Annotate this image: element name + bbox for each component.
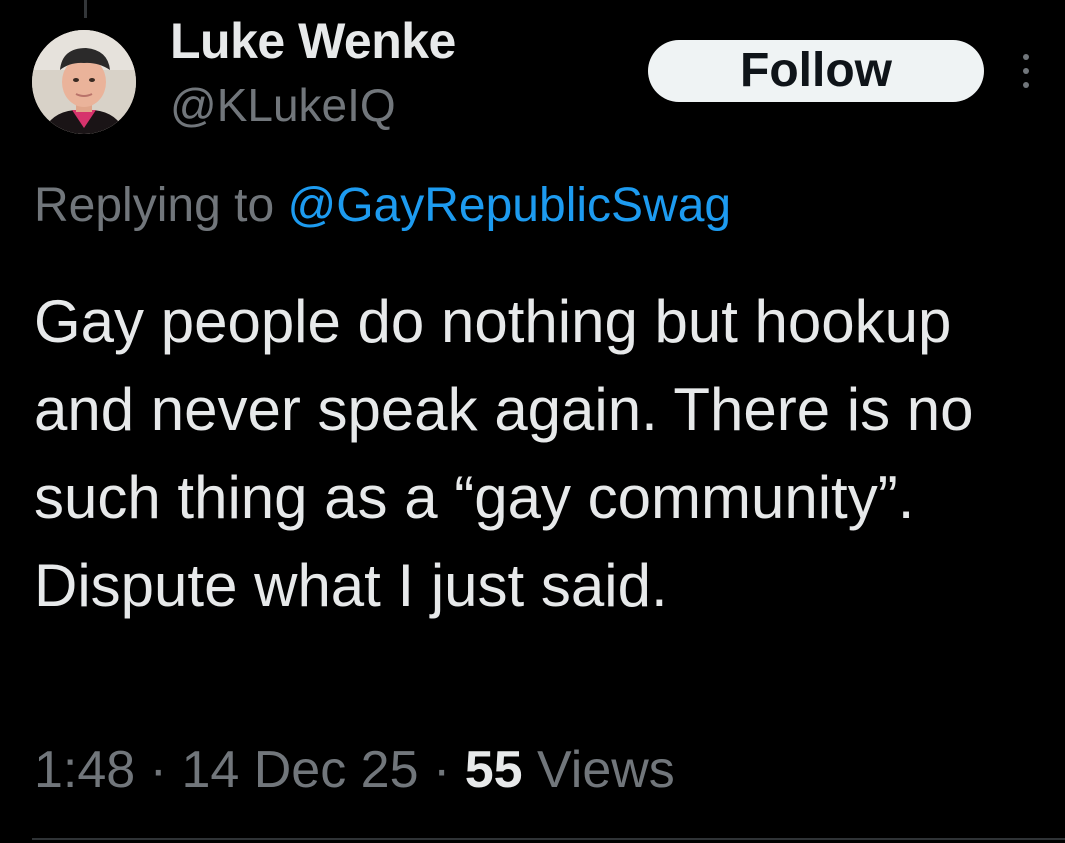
meta-separator: · (149, 741, 167, 799)
avatar-photo (32, 30, 136, 134)
thread-connector-line (84, 0, 87, 18)
views-count[interactable]: 55 (465, 741, 523, 799)
replying-to-mention-link[interactable]: @GayRepublicSwag (287, 179, 731, 232)
replying-to: Replying to @GayRepublicSwag (34, 178, 731, 233)
avatar[interactable] (32, 30, 136, 134)
tweet-meta: 1:48 · 14 Dec 25 · 55 Views (34, 740, 675, 800)
author-handle[interactable]: @KLukeIQ (170, 78, 396, 132)
meta-separator: · (432, 741, 451, 799)
divider (32, 838, 1065, 840)
views-label: Views (537, 741, 675, 799)
tweet-time[interactable]: 1:48 (34, 741, 135, 799)
tweet-text: Gay people do nothing but hookup and nev… (34, 288, 974, 619)
replying-to-prefix: Replying to (34, 179, 288, 232)
follow-button[interactable]: Follow (648, 40, 984, 102)
author-display-name[interactable]: Luke Wenke (170, 12, 456, 70)
tweet-date[interactable]: 14 Dec 25 (181, 741, 418, 799)
more-vertical-icon[interactable] (1016, 50, 1036, 92)
